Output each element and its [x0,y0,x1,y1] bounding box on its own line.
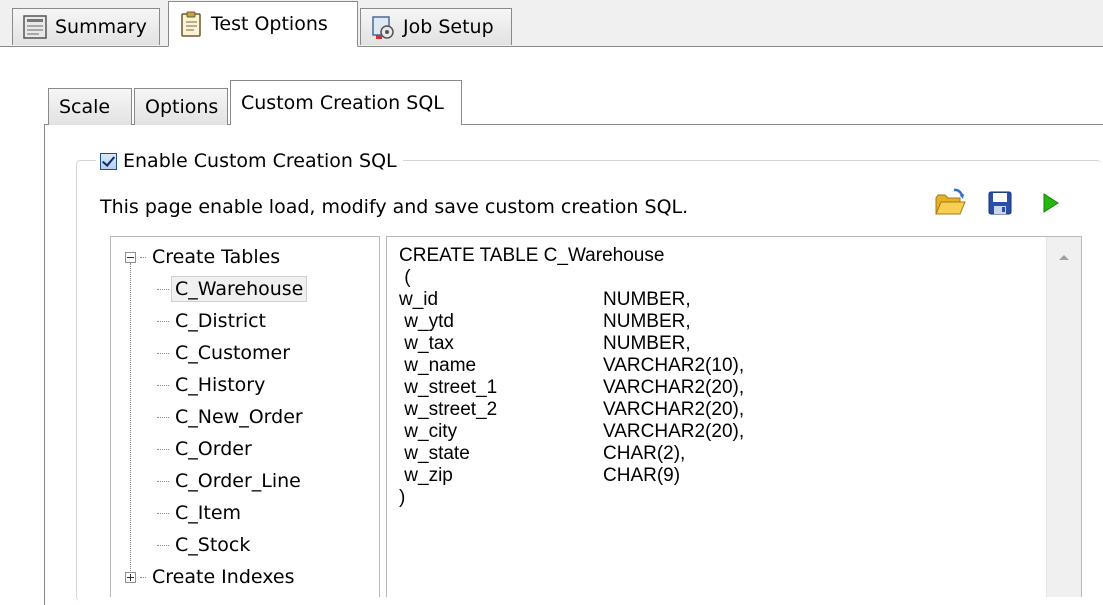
tab-job-setup[interactable]: Job Setup [360,8,512,45]
tree-node-table[interactable]: C_New_Order [157,401,307,433]
tree-connector-line [130,263,131,581]
tab-custom-creation-sql-label: Custom Creation SQL [241,92,444,114]
tab-summary[interactable]: Summary [12,8,160,45]
sql-column-type: NUMBER, [603,289,691,310]
sql-column-name: w_city [399,421,458,442]
sql-toolbar [933,186,1067,220]
sql-column-name: w_zip [399,465,453,486]
tab-options[interactable]: Options [134,88,228,125]
sql-header-line: CREATE TABLE C_Warehouse [399,245,665,266]
tree-node-create-tables[interactable]: Create Tables [125,241,284,273]
sql-close-paren: ) [399,487,406,508]
sql-column-type: NUMBER, [603,333,691,354]
enable-custom-sql-checkbox[interactable] [100,152,117,170]
tab-job-setup-label: Job Setup [403,16,494,38]
tree-node-table-label: C_New_Order [175,406,303,428]
sql-column-line: w_name VARCHAR2(10), [399,355,744,377]
tree-node-table[interactable]: C_District [157,305,270,337]
sql-column-line: w_id NUMBER, [399,289,691,311]
tree-node-table[interactable]: C_Order [157,433,256,465]
sql-column-type: VARCHAR2(20), [603,399,745,420]
sql-column-type: CHAR(9) [603,465,681,486]
sql-column-name: w_street_2 [399,399,498,420]
collapse-icon[interactable] [125,251,136,263]
tree-node-table-label: C_Customer [175,342,291,364]
sql-column-name: w_ytd [399,311,454,332]
sql-open-paren: ( [399,267,411,288]
sql-column-line: w_city VARCHAR2(20), [399,421,744,443]
description-text: This page enable load, modify and save c… [100,196,689,218]
sql-column-name: w_tax [399,333,454,354]
tree-node-create-indexes[interactable]: Create Indexes [125,561,298,593]
save-file-button[interactable] [983,186,1017,220]
tab-test-options[interactable]: Test Options [168,1,358,47]
sql-column-name: w_id [399,289,439,310]
tree-node-table-label: C_Item [175,502,242,524]
tree-node-create-indexes-label: Create Indexes [152,566,295,588]
summary-icon [21,13,49,41]
tree-node-table[interactable]: C_Item [157,497,245,529]
tab-options-label: Options [145,96,219,118]
sql-column-name: w_street_1 [399,377,498,398]
tree-node-table[interactable]: C_Order_Line [157,465,305,497]
open-file-button[interactable] [933,186,967,220]
sql-column-line: w_street_2 VARCHAR2(20), [399,399,744,421]
tab-summary-label: Summary [55,16,147,38]
sql-column-line: w_ytd NUMBER, [399,311,690,333]
run-icon [1043,193,1059,213]
tab-test-options-label: Test Options [211,13,328,35]
sql-editor[interactable]: CREATE TABLE C_Warehouse ( w_id NUMBER, w… [386,236,1082,597]
tree-node-table-label: C_History [175,374,266,396]
save-icon [988,191,1012,215]
tree-node-table[interactable]: C_Customer [157,337,294,369]
open-folder-icon [935,188,966,215]
sql-column-type: VARCHAR2(10), [603,355,745,376]
run-sql-button[interactable] [1033,186,1067,220]
expand-icon[interactable] [125,571,136,583]
tree-node-table[interactable]: C_History [157,369,269,401]
sql-column-name: w_state [399,443,470,464]
tab-scale[interactable]: Scale [48,88,132,125]
top-tab-strip [0,0,1103,47]
tree-node-table-label: C_District [175,310,267,332]
sql-column-type: VARCHAR2(20), [603,377,745,398]
sql-column-type: NUMBER, [603,311,691,332]
sql-column-type: VARCHAR2(20), [603,421,745,442]
tree-node-table-label: C_Order_Line [175,470,301,492]
tab-scale-label: Scale [59,96,111,118]
sql-column-type: CHAR(2), [603,443,686,464]
tree-node-table[interactable]: C_Stock [157,529,254,561]
job-setup-icon [369,13,397,41]
enable-custom-sql-checkbox-row[interactable]: Enable Custom Creation SQL [96,146,403,176]
tree-node-table-label: C_Order [175,438,252,460]
enable-custom-sql-label: Enable Custom Creation SQL [123,150,397,172]
sql-column-line: w_tax NUMBER, [399,333,690,355]
sql-column-name: w_name [399,355,477,376]
clipboard-icon [177,10,205,38]
tab-custom-creation-sql[interactable]: Custom Creation SQL [230,80,462,125]
sql-object-tree[interactable]: Create Tables Create Indexes C_Warehouse… [110,236,380,597]
sql-column-line: w_zip CHAR(9) [399,465,680,487]
tree-node-table-label: C_Warehouse [171,276,308,302]
sql-column-line: w_state CHAR(2), [399,443,685,465]
scroll-up-arrow-icon[interactable] [1059,255,1069,260]
vertical-scrollbar[interactable] [1046,237,1081,597]
tree-node-create-tables-label: Create Tables [152,246,281,268]
sql-column-line: w_street_1 VARCHAR2(20), [399,377,744,399]
tree-node-table[interactable]: C_Warehouse [157,273,308,305]
tree-node-table-label: C_Stock [175,534,251,556]
